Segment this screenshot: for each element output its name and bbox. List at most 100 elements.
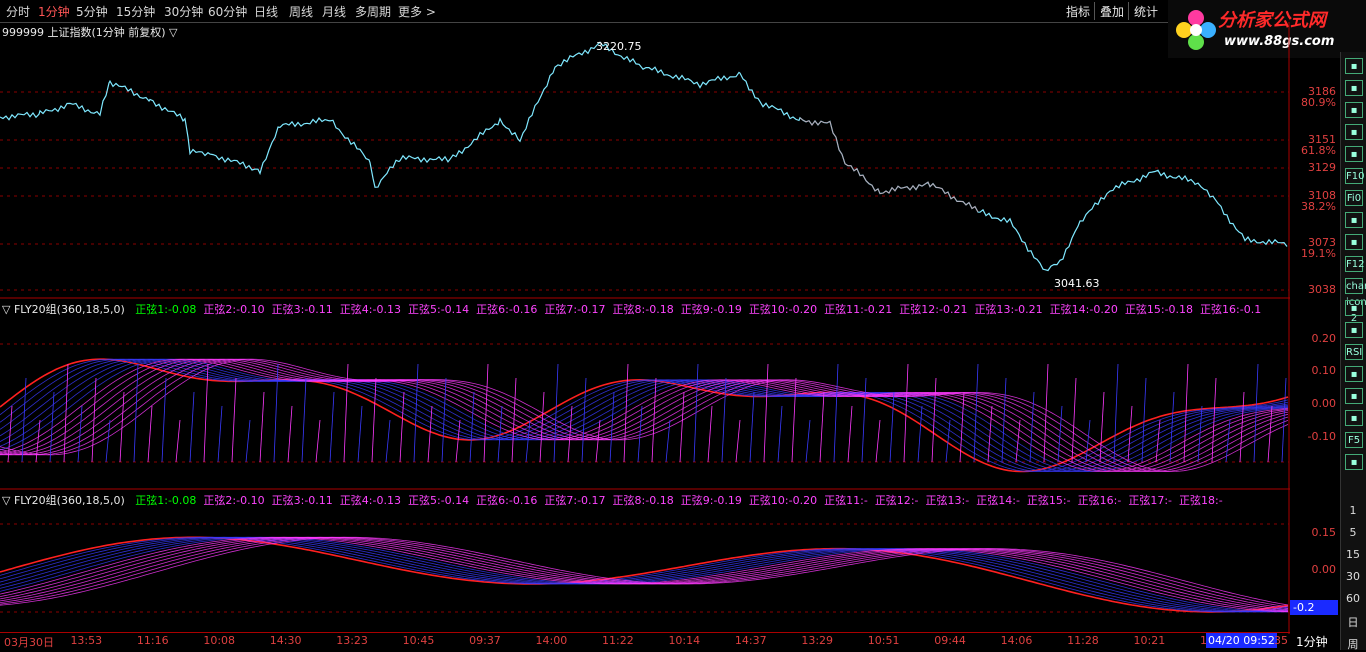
time-tick: 09:44 bbox=[934, 634, 966, 647]
indicator1-legend: ▽ FLY20组(360,18,5,0) 正弦1:-0.08 正弦2:-0.10 正… bbox=[2, 301, 1261, 317]
move-icon[interactable]: ▪ bbox=[1345, 388, 1363, 404]
legend-name: 正弦13 bbox=[974, 303, 1011, 316]
timeframe-tab[interactable]: 多周期 bbox=[355, 3, 391, 20]
period-shortcut[interactable]: 1 bbox=[1340, 504, 1366, 517]
period-shortcut[interactable]: 日 bbox=[1340, 614, 1366, 630]
indicator1-spike bbox=[315, 419, 321, 463]
legend-name: 正弦17 bbox=[1128, 494, 1165, 507]
timeframe-tab[interactable]: 周线 bbox=[289, 3, 313, 20]
chart-area[interactable] bbox=[0, 22, 1290, 634]
sort-icon[interactable]: ▪ bbox=[1345, 366, 1363, 382]
indicator1-spike bbox=[1001, 377, 1007, 463]
indicator1-spike bbox=[931, 377, 937, 463]
legend-name: 正弦1 bbox=[135, 303, 165, 316]
calendar-icon[interactable]: ▪ bbox=[1345, 454, 1363, 470]
legend-name: 正弦2 bbox=[203, 494, 233, 507]
indicator1-spike bbox=[399, 391, 405, 463]
f-key-icon[interactable]: RSI bbox=[1345, 344, 1363, 360]
period-shortcut[interactable]: 5 bbox=[1340, 526, 1366, 539]
indicator1-spike bbox=[161, 377, 167, 463]
legend-name: 正弦10 bbox=[748, 494, 785, 507]
time-tick: 11:22 bbox=[602, 634, 634, 647]
time-tick: 11:16 bbox=[136, 634, 169, 647]
pencil-icon[interactable]: ▪ bbox=[1345, 410, 1363, 426]
period-shortcut[interactable]: 30 bbox=[1340, 570, 1366, 583]
legend-item: 正弦7:-0.17 bbox=[544, 303, 605, 316]
indicator1-spike bbox=[245, 419, 251, 463]
legend-name: 正弦5 bbox=[407, 494, 437, 507]
f-key-icon[interactable]: F10 bbox=[1345, 168, 1364, 184]
period-shortcut[interactable]: 60 bbox=[1340, 592, 1366, 605]
indicator1-tick: -0.10 bbox=[1307, 430, 1336, 443]
legend-item: 正弦5:-0.14 bbox=[408, 303, 469, 316]
legend-item: 正弦9:-0.19 bbox=[681, 303, 742, 316]
indicator1-spike bbox=[469, 391, 475, 463]
indicator1-spike bbox=[595, 419, 601, 463]
indicator1-spike bbox=[749, 391, 755, 463]
period-shortcut[interactable]: 15 bbox=[1340, 548, 1366, 561]
legend-name: 正弦13 bbox=[925, 494, 962, 507]
legend-item: 正弦12:- bbox=[875, 494, 919, 507]
legend-name: 正弦15 bbox=[1124, 303, 1161, 316]
timeframe-tab[interactable]: 5分钟 bbox=[76, 3, 108, 20]
legend-item: 正弦11:-0.21 bbox=[824, 303, 892, 316]
indicator2-series bbox=[0, 536, 1289, 613]
legend-item: 正弦2:-0.10 bbox=[203, 494, 264, 507]
list-icon[interactable]: ▪ bbox=[1345, 58, 1363, 74]
indicator1-title[interactable]: ▽ FLY20组(360,18,5,0) bbox=[2, 303, 125, 316]
circle-icon[interactable]: ▪ bbox=[1345, 300, 1363, 316]
legend-value: -0.13 bbox=[372, 303, 401, 316]
timeframe-tab[interactable]: 30分钟 bbox=[164, 3, 203, 20]
legend-item: 正弦9:-0.19 bbox=[681, 494, 742, 507]
cursor-time: 04/20 09:52 bbox=[1206, 633, 1277, 648]
indicator1-spike bbox=[343, 363, 349, 463]
legend-item: 正弦2:-0.10 bbox=[203, 303, 264, 316]
indicator1-spike bbox=[413, 363, 419, 463]
legend-name: 正弦2 bbox=[203, 303, 233, 316]
window-icon[interactable]: ▪ bbox=[1345, 146, 1363, 162]
f-key-icon[interactable]: chart-icon-2 bbox=[1345, 278, 1366, 324]
indicator1-spike bbox=[777, 405, 783, 463]
timeframe-tab[interactable]: 月线 bbox=[322, 3, 346, 20]
timeframe-tab[interactable]: 分时 bbox=[6, 3, 30, 20]
grid-icon[interactable]: ▪ bbox=[1345, 80, 1363, 96]
legend-name: 正弦12 bbox=[899, 303, 936, 316]
timeframe-tab[interactable]: 15分钟 bbox=[116, 3, 155, 20]
legend-item: 正弦16:- bbox=[1078, 494, 1122, 507]
legend-name: 正弦12 bbox=[874, 494, 911, 507]
f-key-icon[interactable]: Fi0 bbox=[1345, 190, 1363, 206]
legend-name: 正弦10 bbox=[748, 303, 785, 316]
legend-name: 正弦3 bbox=[271, 303, 301, 316]
indicator2-title[interactable]: ▽ FLY20组(360,18,5,0) bbox=[2, 494, 125, 507]
indicator2-series bbox=[0, 536, 1289, 612]
indicator1-spike bbox=[1141, 377, 1147, 463]
legend-value: - bbox=[1015, 494, 1020, 507]
timeframe-tab[interactable]: 日线 bbox=[254, 3, 278, 20]
f-key-icon[interactable]: F5 bbox=[1345, 432, 1363, 448]
legend-name: 正弦16 bbox=[1200, 303, 1237, 316]
main-chart-title[interactable]: 999999 上证指数(1分钟 前复权) ▽ bbox=[2, 24, 178, 40]
legend-name: 正弦9 bbox=[680, 303, 710, 316]
legend-name: 正弦8 bbox=[612, 303, 642, 316]
timeframe-tab[interactable]: 1分钟 bbox=[38, 3, 70, 20]
stats-button[interactable]: 统计 bbox=[1134, 3, 1158, 20]
period-label[interactable]: 1分钟 bbox=[1296, 633, 1328, 650]
legend-item: 正弦10:-0.20 bbox=[749, 494, 817, 507]
f-key-icon[interactable]: F12 bbox=[1345, 256, 1364, 272]
candle-icon[interactable]: ▪ bbox=[1345, 124, 1363, 140]
legend-item: 正弦18:- bbox=[1179, 494, 1223, 507]
overlay-button[interactable]: 叠加 bbox=[1100, 3, 1124, 20]
report-icon[interactable]: ▪ bbox=[1345, 212, 1363, 228]
legend-value: - bbox=[1117, 494, 1122, 507]
chart-icon[interactable]: ▪ bbox=[1345, 234, 1363, 250]
legend-value: -0.21 bbox=[1014, 303, 1043, 316]
legend-name: 正弦6 bbox=[476, 303, 506, 316]
line-icon[interactable]: ▪ bbox=[1345, 322, 1363, 338]
indicator-button[interactable]: 指标 bbox=[1066, 3, 1090, 20]
trend-icon[interactable]: ▪ bbox=[1345, 102, 1363, 118]
timeframe-tab[interactable]: 60分钟 bbox=[208, 3, 247, 20]
legend-name: 正弦3 bbox=[271, 494, 301, 507]
chart-canvas[interactable] bbox=[0, 22, 1290, 634]
time-tick: 13:53 bbox=[70, 634, 103, 647]
timeframe-tab[interactable]: 更多 > bbox=[398, 3, 436, 20]
